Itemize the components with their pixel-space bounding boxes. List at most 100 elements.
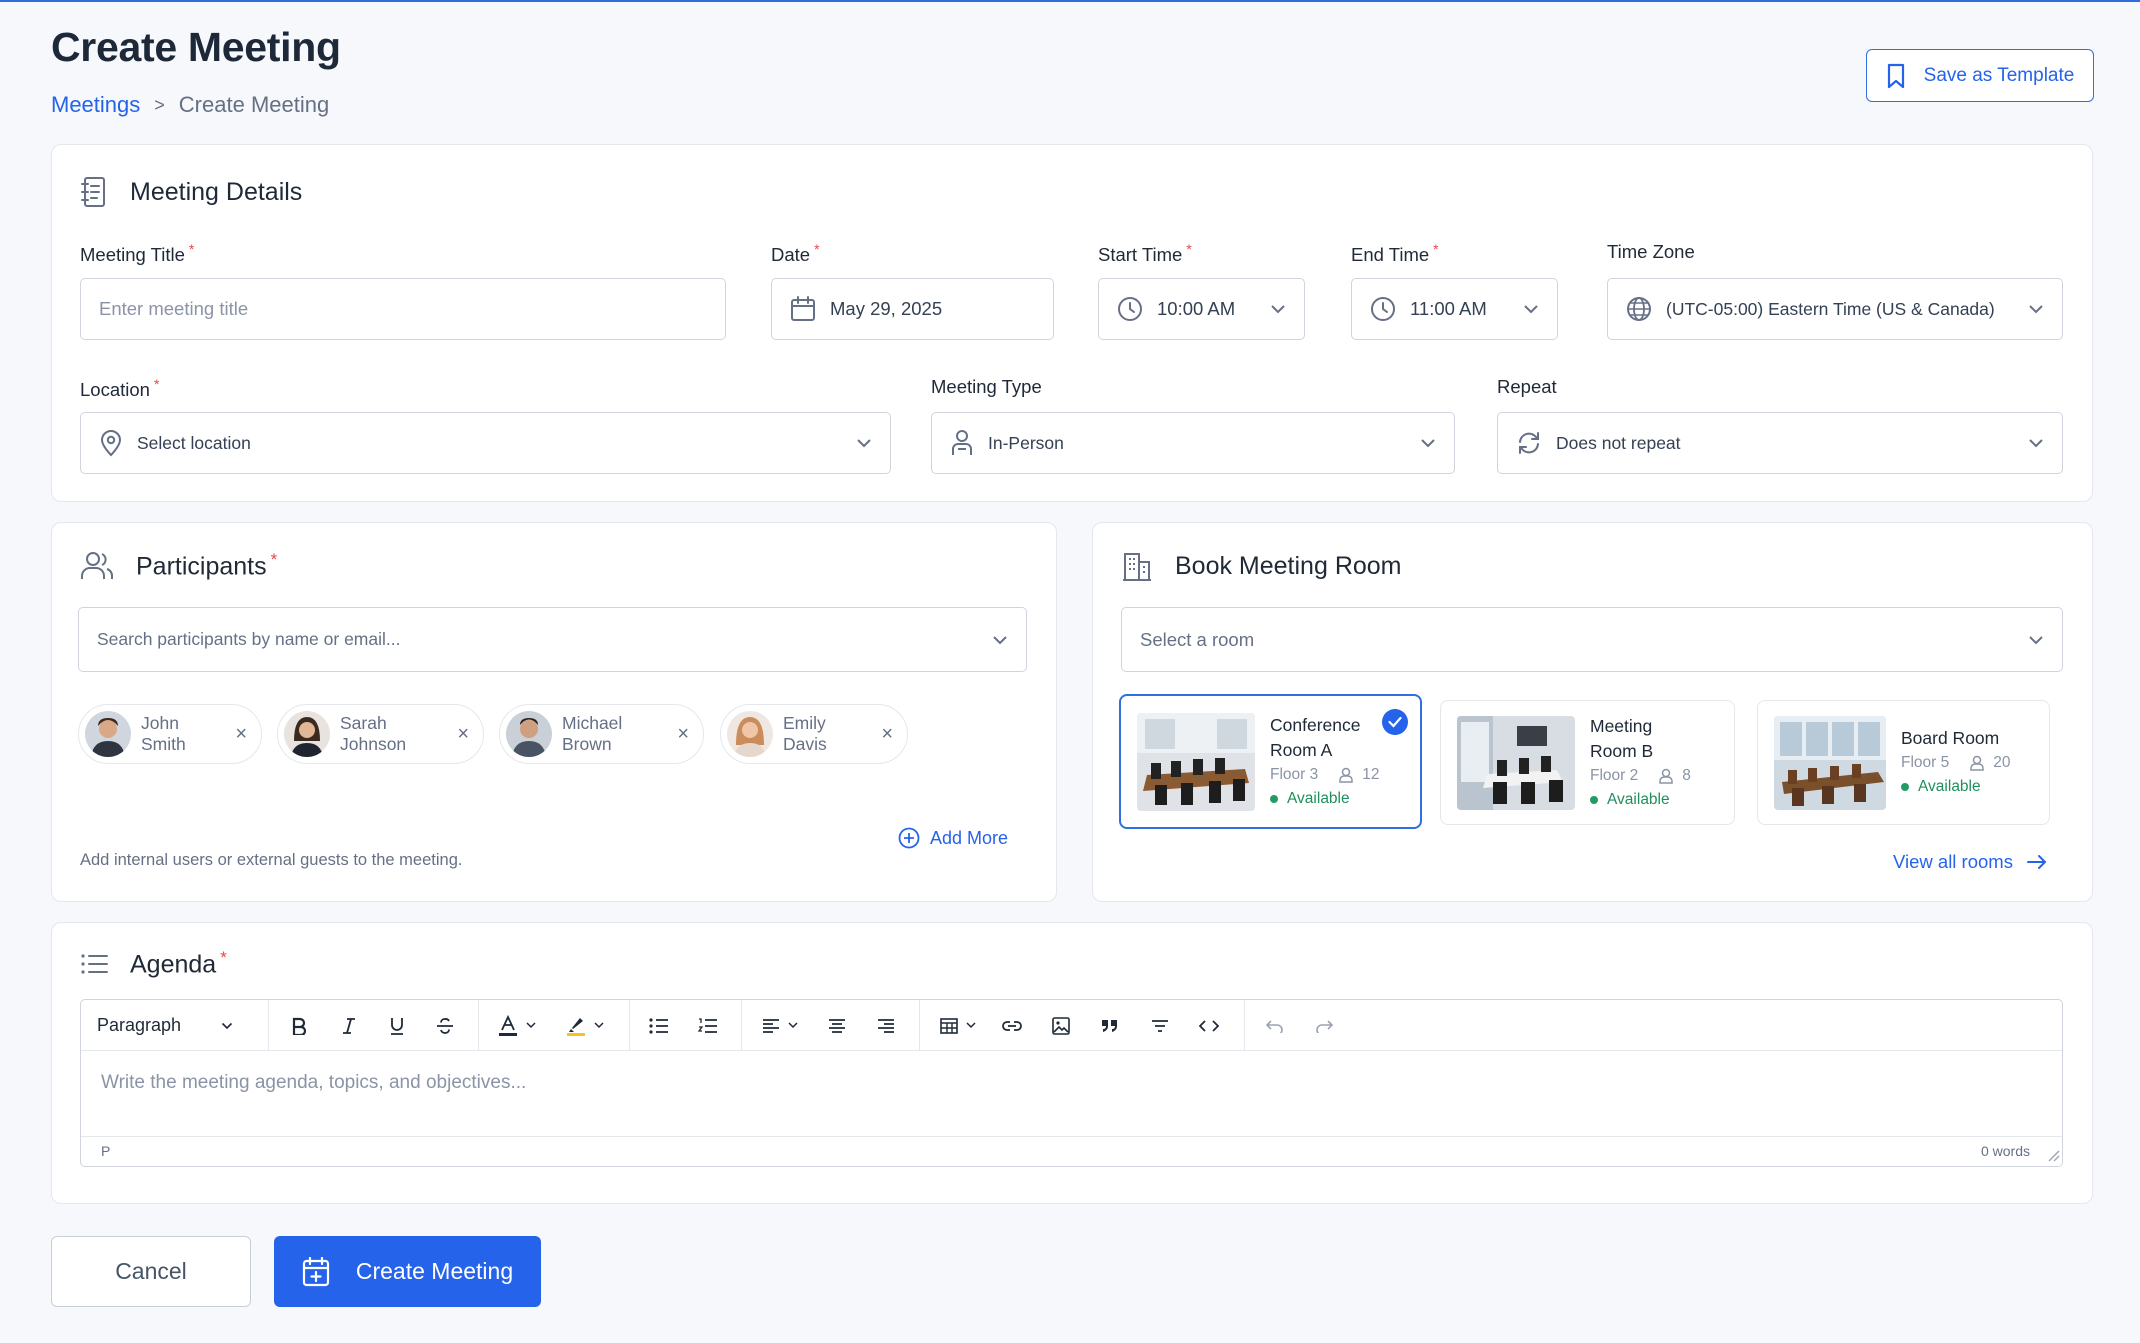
meeting-type-select[interactable]: In-Person <box>931 412 1455 474</box>
participant-search-input[interactable]: Search participants by name or email... <box>78 607 1027 672</box>
bold-button[interactable] <box>281 1000 317 1051</box>
view-all-rooms-link[interactable]: View all rooms <box>1893 851 2047 873</box>
calendar-icon <box>790 296 816 322</box>
book-room-title: Book Meeting Room <box>1175 551 1402 580</box>
underline-button[interactable] <box>379 1000 415 1051</box>
italic-button[interactable] <box>331 1000 367 1051</box>
table-icon <box>940 1017 958 1034</box>
room-meta: Floor 2 8 <box>1590 764 1691 788</box>
text-color-icon <box>498 1014 518 1037</box>
room-select[interactable]: Select a room <box>1121 607 2063 672</box>
redo-button[interactable] <box>1306 1000 1342 1051</box>
resize-handle-icon[interactable] <box>2046 1148 2060 1162</box>
time-zone-select[interactable]: (UTC-05:00) Eastern Time (US & Canada) <box>1607 278 2063 340</box>
bullet-list-icon <box>649 1017 669 1034</box>
align-right-button[interactable] <box>868 1000 904 1051</box>
clock-icon <box>1370 296 1396 322</box>
bullet-list-button[interactable] <box>641 1000 677 1051</box>
room-status: Available <box>1901 775 2011 799</box>
repeat-label: Repeat <box>1497 376 1557 397</box>
clock-icon <box>1117 296 1143 322</box>
table-button[interactable] <box>931 1000 985 1051</box>
align-center-button[interactable] <box>819 1000 855 1051</box>
blockquote-button[interactable] <box>1092 1000 1128 1051</box>
chevron-down-icon <box>1270 304 1286 314</box>
room-floor: Floor 2 <box>1590 766 1639 784</box>
start-time-select[interactable]: 10:00 AM <box>1098 278 1305 340</box>
room-capacity: 8 <box>1682 766 1691 784</box>
filter-icon <box>1151 1019 1169 1033</box>
participants-header: Participants * <box>80 550 277 581</box>
italic-icon <box>341 1017 357 1035</box>
block-format-select[interactable]: Paragraph <box>97 1000 247 1051</box>
avatar <box>727 711 773 757</box>
cancel-button[interactable]: Cancel <box>51 1236 251 1307</box>
room-status: Available <box>1270 787 1380 811</box>
participant-name: Sarah Johnson <box>340 713 407 754</box>
breadcrumb-meetings-link[interactable]: Meetings <box>51 92 140 118</box>
avatar <box>284 711 330 757</box>
element-path: P <box>101 1143 111 1159</box>
chevron-down-icon <box>966 1022 976 1029</box>
clear-format-button[interactable] <box>1142 1000 1178 1051</box>
chevron-down-icon <box>2028 438 2044 448</box>
status-dot <box>1590 795 1598 804</box>
remove-participant-button[interactable]: × <box>881 723 893 746</box>
end-time-select[interactable]: 11:00 AM <box>1351 278 1558 340</box>
breadcrumb: Meetings > Create Meeting <box>51 92 329 118</box>
word-count: 0 words <box>1980 1143 2030 1159</box>
end-time-label: End Time * <box>1351 241 1439 266</box>
room-card-conference-room-a[interactable]: Conference Room A Floor 3 12 Available <box>1119 694 1422 829</box>
numbered-list-button[interactable] <box>690 1000 726 1051</box>
room-card-meeting-room-b[interactable]: Meeting Room B Floor 2 8 Available <box>1440 700 1735 825</box>
room-status: Available <box>1590 788 1691 812</box>
arrow-right-icon <box>2026 854 2047 870</box>
remove-participant-button[interactable]: × <box>235 723 247 746</box>
participant-chip: John Smith × <box>78 704 262 764</box>
align-right-icon <box>877 1018 895 1034</box>
avatar <box>506 711 552 757</box>
text-color-button[interactable] <box>489 1000 545 1051</box>
date-picker[interactable]: May 29, 2025 <box>771 278 1054 340</box>
building-icon <box>1121 550 1153 582</box>
strikethrough-icon <box>436 1017 454 1035</box>
room-meta: Floor 5 20 <box>1901 751 2011 775</box>
start-time-label: Start Time * <box>1098 241 1192 266</box>
participants-helper-text: Add internal users or external guests to… <box>80 851 463 869</box>
list-icon <box>80 952 108 976</box>
location-select[interactable]: Select location <box>80 412 891 474</box>
create-meeting-button[interactable]: Create Meeting <box>274 1236 541 1307</box>
add-more-button[interactable]: Add More <box>898 827 1008 849</box>
align-select-button[interactable] <box>753 1000 807 1051</box>
selected-check-icon <box>1382 709 1408 735</box>
avatar <box>85 711 131 757</box>
users-icon <box>80 551 114 581</box>
code-button[interactable] <box>1191 1000 1227 1051</box>
link-button[interactable] <box>994 1000 1030 1051</box>
strikethrough-button[interactable] <box>427 1000 463 1051</box>
repeat-icon <box>1516 430 1542 456</box>
image-button[interactable] <box>1043 1000 1079 1051</box>
chevron-down-icon <box>1523 304 1539 314</box>
save-as-template-button[interactable]: Save as Template <box>1866 49 2094 102</box>
globe-icon <box>1626 296 1652 322</box>
date-label: Date * <box>771 241 820 266</box>
room-floor: Floor 3 <box>1270 765 1319 783</box>
remove-participant-button[interactable]: × <box>677 723 689 746</box>
room-info: Conference Room A Floor 3 12 Available <box>1270 713 1380 811</box>
room-name-line2: Room A <box>1270 739 1333 760</box>
participant-name: Michael Brown <box>562 713 623 754</box>
map-pin-icon <box>99 429 123 457</box>
editor-status-bar: P 0 words <box>81 1136 2062 1166</box>
remove-participant-button[interactable]: × <box>457 723 469 746</box>
undo-button[interactable] <box>1257 1000 1293 1051</box>
room-card-board-room[interactable]: Board Room Floor 5 20 Available <box>1757 700 2050 825</box>
bookmark-icon <box>1886 63 1906 89</box>
room-capacity: 12 <box>1362 765 1380 783</box>
quote-icon <box>1101 1019 1119 1033</box>
highlight-color-button[interactable] <box>557 1000 613 1051</box>
person-icon <box>1969 755 1985 771</box>
repeat-select[interactable]: Does not repeat <box>1497 412 2063 474</box>
meeting-title-input[interactable]: Enter meeting title <box>80 278 726 340</box>
agenda-textarea[interactable]: Write the meeting agenda, topics, and ob… <box>101 1072 526 1094</box>
